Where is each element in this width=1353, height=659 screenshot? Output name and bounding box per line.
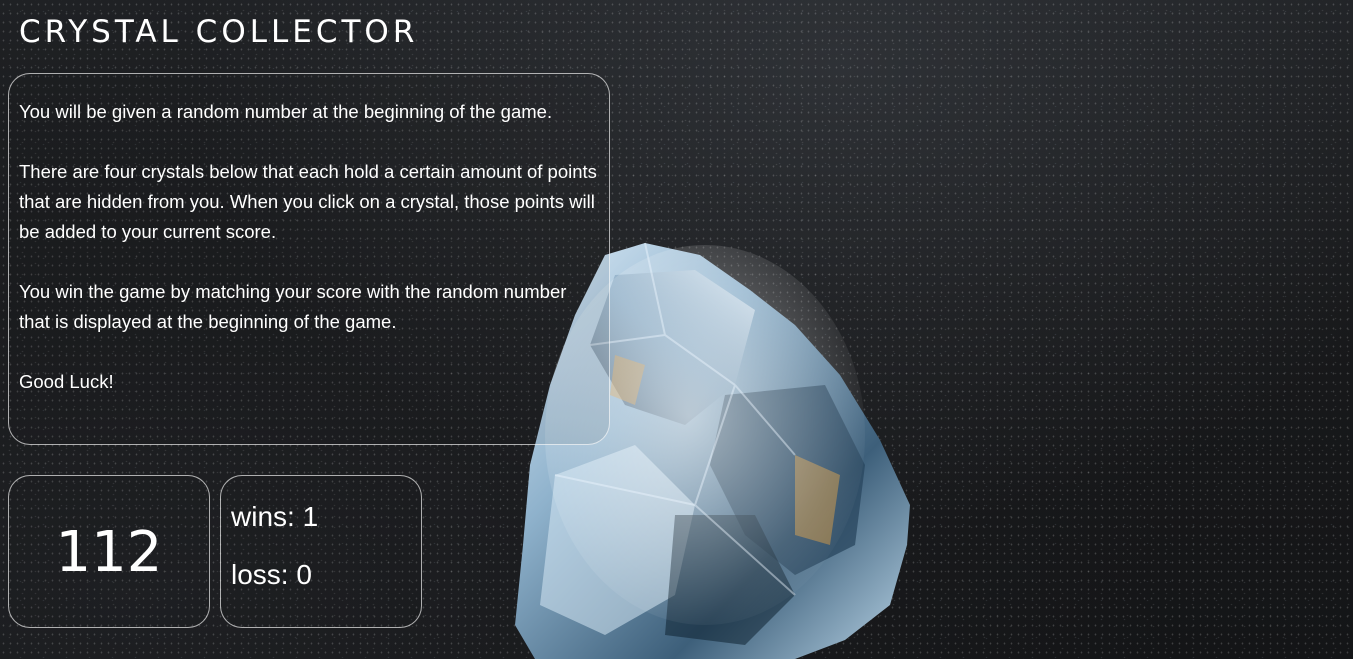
wins-counter: wins: 1 (231, 501, 319, 532)
target-number-panel: 112 (8, 475, 210, 628)
game-title: CRYSTAL COLLECTOR (19, 14, 419, 50)
instruction-paragraph-1: You will be given a random number at the… (19, 101, 553, 122)
target-number: 112 (55, 519, 163, 585)
instruction-paragraph-3: You win the game by matching your score … (19, 281, 567, 332)
instruction-paragraph-2: There are four crystals below that each … (19, 161, 597, 242)
instruction-paragraph-4: Good Luck! (19, 371, 114, 392)
loss-counter: loss: 0 (231, 559, 312, 590)
score-panel: wins: 1 loss: 0 (220, 475, 422, 628)
instructions-panel: You will be given a random number at the… (8, 73, 610, 445)
